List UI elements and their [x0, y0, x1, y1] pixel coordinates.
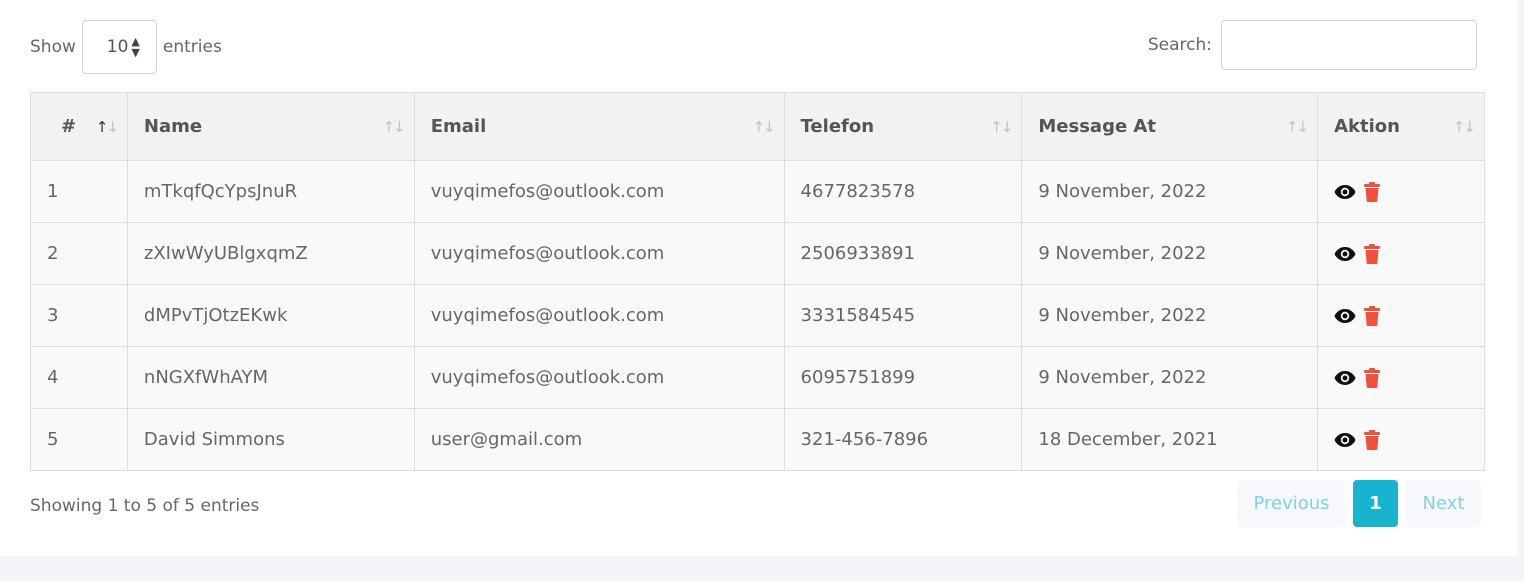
- trash-icon[interactable]: [1364, 243, 1381, 264]
- cell-action: [1317, 346, 1485, 409]
- column-header-email-label: Email: [430, 116, 487, 137]
- cell-email: vuyqimefos@outlook.com: [413, 160, 785, 223]
- entries-select[interactable]: 10 ▲ ▼: [81, 20, 157, 74]
- messages-table: # ↑↓ Name ↑↓ Email ↑↓ Telefon ↑↓ Message…: [30, 92, 1485, 471]
- cell-phone: 321-456-7896: [783, 408, 1023, 471]
- cell-message-at: 9 November, 2022: [1021, 346, 1319, 409]
- eye-icon[interactable]: [1334, 184, 1356, 200]
- entries-length-control: Show 10 ▲ ▼ entries: [30, 20, 222, 74]
- cell-phone: 3331584545: [783, 284, 1023, 347]
- cell-name: zXIwWyUBlgxqmZ: [126, 222, 415, 285]
- previous-button[interactable]: Previous: [1238, 480, 1345, 527]
- sort-icon: ↑↓: [1285, 117, 1309, 136]
- cell-message-at: 9 November, 2022: [1021, 284, 1319, 347]
- column-header-action[interactable]: Aktion ↑↓: [1317, 92, 1485, 161]
- column-header-message-at[interactable]: Message At ↑↓: [1021, 92, 1319, 161]
- search-input[interactable]: [1221, 20, 1477, 70]
- cell-num: 3: [30, 284, 128, 347]
- sort-icon: ↑↓: [382, 117, 406, 136]
- column-header-email[interactable]: Email ↑↓: [413, 92, 785, 161]
- trash-icon[interactable]: [1364, 367, 1381, 388]
- column-header-action-label: Aktion: [1334, 116, 1400, 137]
- cell-phone: 2506933891: [783, 222, 1023, 285]
- cell-action: [1317, 408, 1485, 471]
- cell-message-at: 18 December, 2021: [1021, 408, 1319, 471]
- column-header-num-label: #: [61, 116, 77, 137]
- trash-icon[interactable]: [1364, 429, 1381, 450]
- eye-icon[interactable]: [1334, 246, 1356, 262]
- table-row: 2 zXIwWyUBlgxqmZ vuyqimefos@outlook.com …: [30, 222, 1485, 285]
- table-info: Showing 1 to 5 of 5 entries: [30, 496, 260, 516]
- sort-icon: ↑↓: [752, 117, 775, 136]
- sort-asc-icon: ↑↓: [95, 117, 119, 136]
- table-row: 3 dMPvTjOtzEKwk vuyqimefos@outlook.com 3…: [30, 284, 1485, 347]
- cell-action: [1317, 160, 1485, 223]
- cell-email: vuyqimefos@outlook.com: [413, 346, 785, 409]
- column-header-message-at-label: Message At: [1038, 116, 1156, 137]
- cell-num: 1: [30, 160, 128, 223]
- trash-icon[interactable]: [1364, 305, 1381, 326]
- cell-email: vuyqimefos@outlook.com: [413, 222, 785, 285]
- content-card: Show 10 ▲▼ entries Search: # ↑↓ Name ↑↓: [0, 0, 1517, 556]
- table-row: 5 David Simmons user@gmail.com 321-456-7…: [30, 408, 1485, 471]
- eye-icon[interactable]: [1334, 308, 1356, 324]
- cell-name: dMPvTjOtzEKwk: [126, 284, 415, 347]
- cell-phone: 4677823578: [783, 160, 1023, 223]
- next-button[interactable]: Next: [1406, 480, 1481, 527]
- entries-select-value: 10: [106, 37, 129, 57]
- cell-phone: 6095751899: [783, 346, 1023, 409]
- cell-message-at: 9 November, 2022: [1021, 222, 1319, 285]
- pagination: Previous 1 Next: [1238, 480, 1481, 527]
- sort-icon: ↑↓: [1452, 117, 1476, 136]
- trash-icon[interactable]: [1364, 181, 1381, 202]
- column-header-name-label: Name: [143, 116, 203, 137]
- table-header-row: # ↑↓ Name ↑↓ Email ↑↓ Telefon ↑↓ Message…: [30, 92, 1485, 161]
- column-header-name[interactable]: Name ↑↓: [126, 92, 415, 161]
- search-label: Search:: [1147, 35, 1212, 55]
- table-row: 4 nNGXfWhAYM vuyqimefos@outlook.com 6095…: [30, 346, 1485, 409]
- select-updown-icon: ▲ ▼: [131, 35, 140, 59]
- search-control: Search:: [1148, 20, 1477, 70]
- table-row: 1 mTkqfQcYpsJnuR vuyqimefos@outlook.com …: [30, 160, 1485, 223]
- cell-message-at: 9 November, 2022: [1021, 160, 1319, 223]
- cell-action: [1317, 284, 1485, 347]
- cell-num: 2: [30, 222, 128, 285]
- cell-name: nNGXfWhAYM: [126, 346, 415, 409]
- show-label: Show: [30, 37, 76, 57]
- eye-icon[interactable]: [1334, 370, 1356, 386]
- column-header-num[interactable]: # ↑↓: [30, 92, 128, 161]
- cell-email: user@gmail.com: [413, 408, 785, 471]
- sort-icon: ↑↓: [990, 117, 1013, 136]
- column-header-phone[interactable]: Telefon ↑↓: [783, 92, 1023, 161]
- page-button-current[interactable]: 1: [1353, 480, 1398, 527]
- cell-action: [1317, 222, 1485, 285]
- cell-email: vuyqimefos@outlook.com: [413, 284, 785, 347]
- cell-num: 4: [30, 346, 128, 409]
- column-header-phone-label: Telefon: [800, 116, 875, 137]
- cell-name: mTkqfQcYpsJnuR: [126, 160, 415, 223]
- eye-icon[interactable]: [1334, 432, 1356, 448]
- entries-label: entries: [162, 37, 222, 57]
- cell-name: David Simmons: [126, 408, 415, 471]
- cell-num: 5: [30, 408, 128, 471]
